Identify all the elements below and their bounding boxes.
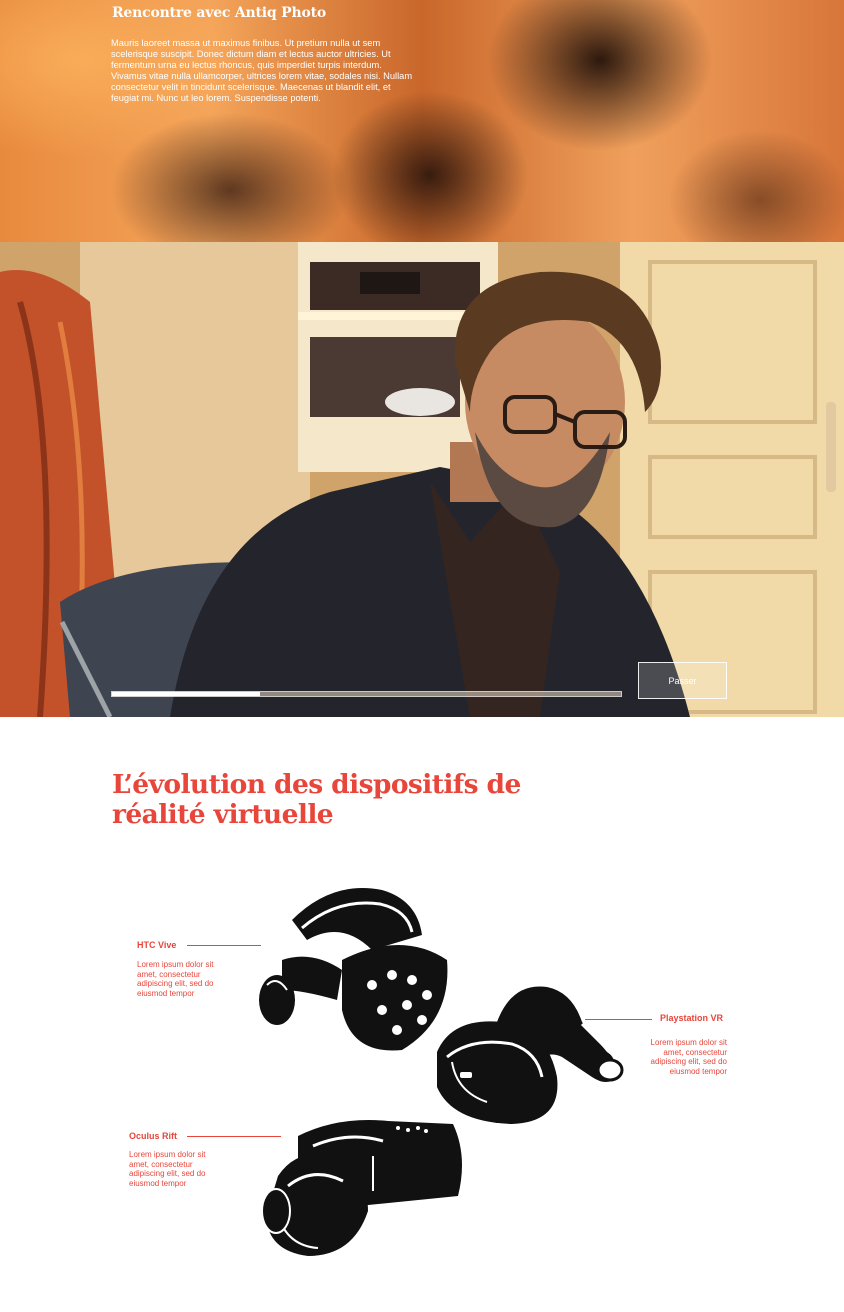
video-player[interactable]: Passer: [0, 242, 844, 717]
htc-vive-headset-icon: [259, 888, 448, 1051]
section-title: L’évolution des dispositifs de réalité v…: [112, 769, 521, 830]
oculus-rift-headset-icon: [261, 1120, 462, 1256]
device-label-htc-vive: HTC Vive: [137, 940, 177, 950]
hero-section: Rencontre avec Antiq Photo Mauris laoree…: [0, 0, 844, 242]
skip-button[interactable]: Passer: [638, 662, 727, 699]
device-description-oculus-rift: Lorem ipsum dolor sit amet, consectetur …: [129, 1150, 206, 1188]
video-progress-bar[interactable]: [111, 691, 622, 697]
playstation-vr-headset-icon: [437, 986, 624, 1124]
hero-text: Mauris laoreet massa ut maximus finibus.…: [111, 38, 413, 103]
device-description-htc-vive: Lorem ipsum dolor sit amet, consectetur …: [137, 960, 214, 998]
hero-title: Rencontre avec Antiq Photo: [112, 5, 327, 21]
device-connector-line: [187, 945, 261, 946]
device-label-oculus-rift: Oculus Rift: [129, 1131, 178, 1141]
video-progress-fill: [112, 692, 260, 696]
video-frame-photo: [0, 242, 844, 717]
device-description-playstation-vr: Lorem ipsum dolor sit amet, consectetur …: [650, 1038, 728, 1076]
device-label-playstation-vr: Playstation VR: [660, 1013, 724, 1023]
